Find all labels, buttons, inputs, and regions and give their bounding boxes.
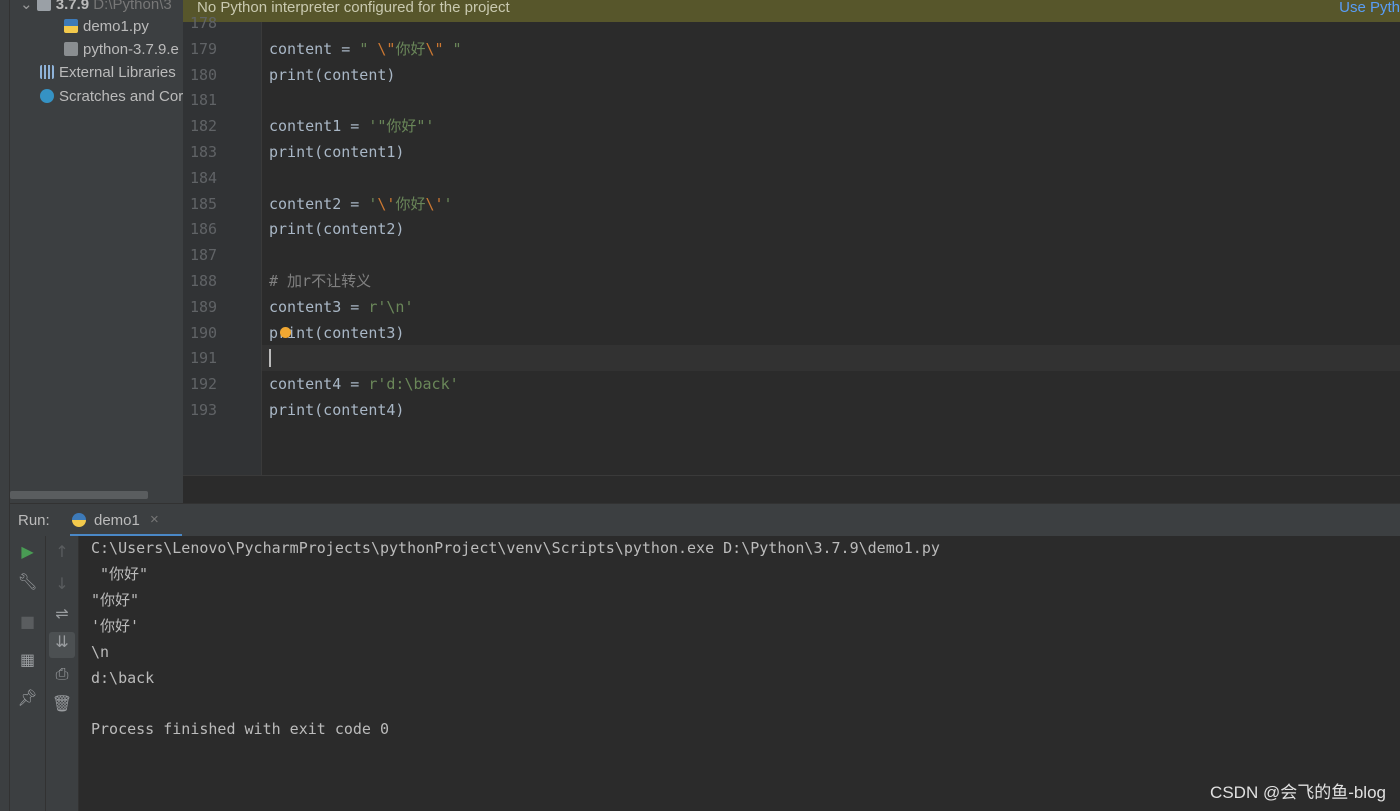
- editor-bottom: [183, 475, 1400, 503]
- soft-wrap-icon[interactable]: ⇌: [46, 604, 78, 623]
- line-number: 188: [190, 272, 218, 290]
- code-token: \': [425, 194, 444, 213]
- line-number: 184: [190, 168, 218, 187]
- code-token: print(content1): [269, 143, 405, 161]
- code-token: ": [443, 39, 462, 58]
- code-line[interactable]: print(content4): [269, 397, 404, 423]
- console-line: d:\back: [91, 668, 155, 687]
- run-tab-demo1[interactable]: demo1 ×: [70, 504, 182, 537]
- code-token: content4 =: [269, 375, 369, 394]
- scroll-to-end-icon[interactable]: ⇊: [49, 632, 75, 658]
- unknown-file-icon: [64, 42, 78, 56]
- folder-icon: [36, 0, 51, 11]
- tree-item-python-exe[interactable]: python-3.7.9.e: [64, 39, 179, 61]
- code-token: \": [377, 39, 396, 58]
- code-editor[interactable]: [262, 22, 1400, 475]
- line-number: 183: [190, 143, 218, 161]
- line-number: 180: [190, 65, 218, 84]
- code-token: r'\n': [368, 297, 414, 316]
- console-line: Process finished with exit code 0: [91, 720, 390, 739]
- line-number: 190: [190, 323, 218, 342]
- code-line[interactable]: content2 = '\'你好\'': [269, 191, 453, 217]
- interpreter-banner: No Python interpreter configured for the…: [183, 0, 1400, 22]
- line-number: 186: [190, 220, 218, 239]
- project-tree: ⌄ 3.7.9 D:\Python\3 demo1.py python-3.7.…: [10, 0, 183, 503]
- code-line[interactable]: print(content): [269, 62, 395, 88]
- code-token: \': [377, 194, 396, 213]
- code-line[interactable]: # 加r不让转义: [269, 268, 371, 294]
- code-line[interactable]: content = " \"你好\" ": [269, 36, 462, 62]
- lightbulb-icon[interactable]: [280, 326, 291, 338]
- code-token: ': [443, 194, 453, 213]
- tree-root[interactable]: ⌄ 3.7.9 D:\Python\3: [20, 0, 172, 16]
- python-file-icon: [64, 19, 78, 33]
- trash-icon[interactable]: 🗑︎: [46, 694, 78, 713]
- line-number: 181: [190, 91, 218, 110]
- use-python-link[interactable]: Use Pyth: [1339, 0, 1400, 16]
- code-line[interactable]: print(content1): [269, 139, 404, 165]
- line-number: 182: [190, 117, 218, 136]
- line-number: 192: [190, 375, 218, 394]
- code-token: \": [425, 39, 444, 58]
- code-line[interactable]: print(content2): [269, 216, 404, 242]
- python-icon: [72, 513, 86, 527]
- line-number: 189: [190, 297, 218, 316]
- libraries-icon: [40, 65, 54, 79]
- code-token: content1 =: [269, 117, 369, 136]
- line-number: 179: [190, 39, 218, 58]
- console-line: C:\Users\Lenovo\PycharmProjects\pythonPr…: [91, 539, 940, 557]
- up-arrow-icon[interactable]: ↑: [46, 542, 78, 561]
- left-tool-strip: [0, 0, 10, 811]
- tree-item-demo1[interactable]: demo1.py: [64, 16, 149, 38]
- scratches-icon: [40, 89, 54, 103]
- code-token: # 加r不让转义: [269, 272, 372, 290]
- watermark: CSDN @会飞的鱼-blog: [1210, 783, 1386, 802]
- console-output[interactable]: [79, 536, 1400, 811]
- code-token: content2 =: [269, 194, 369, 213]
- rerun-icon[interactable]: ▶: [10, 542, 45, 561]
- code-line[interactable]: content4 = r'd:\back': [269, 371, 459, 397]
- code-token: print(content2): [269, 220, 405, 239]
- line-number: 185: [190, 194, 218, 213]
- tree-item-scratches[interactable]: Scratches and Cor: [40, 86, 183, 108]
- line-number: 191: [190, 349, 218, 368]
- code-token: 你好: [395, 194, 426, 213]
- stop-icon[interactable]: ■: [10, 612, 45, 631]
- code-token: content3 =: [269, 297, 369, 316]
- code-token: r'd:\back': [368, 375, 459, 394]
- text-caret: [269, 349, 271, 368]
- close-tab-icon[interactable]: ×: [150, 511, 159, 528]
- code-token: print(content4): [269, 401, 405, 419]
- code-token: ": [359, 39, 378, 58]
- pin-icon[interactable]: 📌︎: [10, 688, 45, 707]
- code-line[interactable]: content1 = '"你好"': [269, 113, 434, 139]
- down-arrow-icon[interactable]: ↓: [46, 574, 78, 593]
- line-number: 193: [190, 401, 218, 419]
- console-line: "你好": [91, 564, 149, 583]
- tree-scrollbar[interactable]: [10, 491, 148, 499]
- layout-icon[interactable]: ▦: [10, 650, 45, 669]
- code-line[interactable]: content3 = r'\n': [269, 294, 414, 320]
- code-token: content =: [269, 39, 360, 58]
- code-token: 你好: [395, 39, 426, 58]
- run-toolbar: ▶ 🔧︎ ■ ▦ 📌︎: [10, 536, 45, 811]
- code-token: '"你好"': [368, 117, 435, 136]
- current-line-highlight: [262, 345, 1400, 372]
- console-line: "你好": [91, 590, 140, 609]
- console-line: \n: [91, 642, 110, 661]
- console-toolbar: ↑ ↓ ⇌ ⇊ ⎙ 🗑︎: [45, 536, 79, 811]
- wrench-icon[interactable]: 🔧︎: [10, 572, 45, 591]
- print-icon[interactable]: ⎙: [46, 664, 78, 684]
- line-number: 178: [190, 14, 218, 32]
- code-token: print(content): [269, 65, 396, 84]
- line-number: 187: [190, 246, 218, 265]
- tree-item-external-libraries[interactable]: External Libraries: [40, 62, 176, 84]
- console-line: '你好': [91, 616, 140, 635]
- run-panel-header: Run: demo1 ×: [10, 503, 1400, 537]
